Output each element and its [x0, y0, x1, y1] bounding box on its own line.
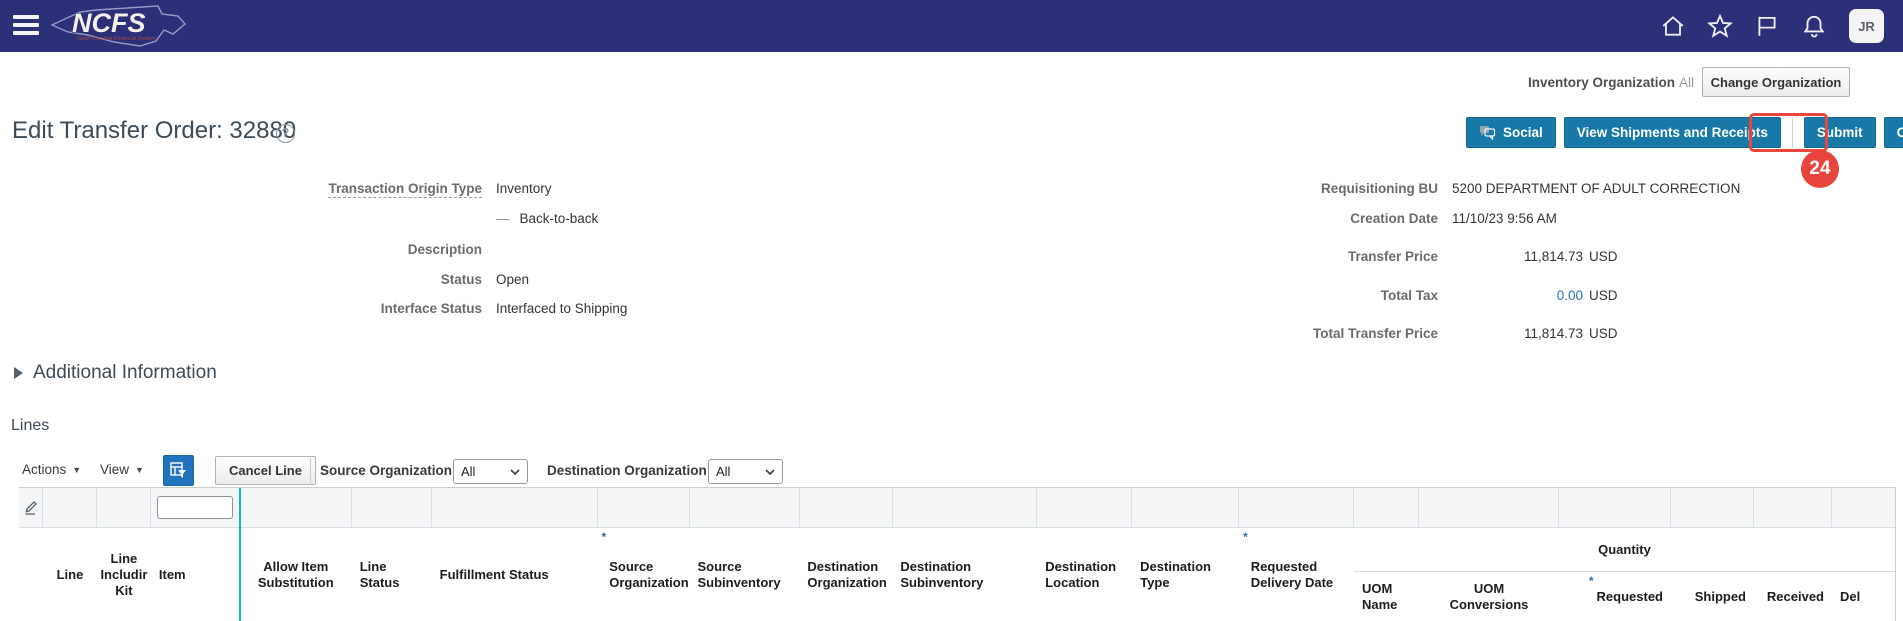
select-chevron-icon — [510, 468, 520, 475]
total-tax-link[interactable]: 0.00 — [1452, 288, 1583, 303]
toolbar-separator — [310, 458, 311, 483]
cancel-button[interactable]: Cancel — [1883, 117, 1903, 148]
disabled-checkbox-icon: — — [496, 210, 510, 226]
watchlist-flag-icon[interactable] — [1754, 13, 1780, 39]
column-header-line[interactable]: Line — [43, 528, 97, 621]
table-filter-icon — [170, 462, 186, 478]
edit-pencil-icon[interactable] — [23, 500, 38, 516]
destination-organization-select[interactable]: All — [708, 459, 783, 484]
inventory-organization-value: All — [1679, 75, 1695, 90]
field-back-to-back: — Back-to-back — [496, 210, 599, 226]
svg-text:North Carolina Financial Syste: North Carolina Financial System — [77, 36, 156, 42]
social-chat-icon — [1480, 126, 1496, 140]
field-requisitioning-bu: Requisitioning BU 5200 DEPARTMENT OF ADU… — [1321, 180, 1741, 196]
column-header-requested-quantity[interactable]: * Requested — [1559, 572, 1671, 621]
inventory-organization-label: Inventory Organization — [1528, 75, 1676, 90]
source-organization-select[interactable]: All — [453, 459, 528, 484]
query-by-example-button[interactable] — [163, 455, 194, 486]
item-filter-input[interactable] — [156, 496, 233, 519]
field-description: Description — [407, 241, 482, 257]
field-creation-date: Creation Date 11/10/23 9:56 AM — [1350, 210, 1557, 226]
help-icon[interactable] — [276, 124, 295, 143]
chevron-down-icon — [72, 465, 81, 475]
social-button-label: Social — [1503, 125, 1543, 140]
additional-information-label: Additional Information — [33, 362, 217, 383]
expander-arrow-icon — [14, 367, 23, 379]
field-total-tax: Total Tax 0.00 USD — [1380, 287, 1618, 303]
column-header-shipped-quantity[interactable]: Shipped — [1671, 572, 1754, 621]
column-header-destination-subinventory[interactable]: Destination Subinventory — [892, 528, 1037, 621]
field-total-transfer-price: Total Transfer Price 11,814.73 USD — [1312, 325, 1618, 341]
ncfs-logo[interactable]: NCFS North Carolina Financial System — [46, 1, 196, 56]
column-header-destination-type[interactable]: Destination Type — [1132, 528, 1239, 621]
column-header-item[interactable]: Item — [151, 528, 240, 621]
lines-toolbar: Actions View Cancel Line Source Organiza… — [0, 453, 1903, 487]
column-header-line-includes-kit[interactable]: Line Includir Kit — [97, 528, 151, 621]
column-header-destination-location[interactable]: Destination Location — [1037, 528, 1132, 621]
destination-organization-label: Destination Organization — [547, 463, 707, 478]
home-icon[interactable] — [1660, 13, 1686, 39]
button-separator — [1791, 117, 1793, 148]
annotation-step-badge: 24 — [1801, 150, 1839, 188]
actions-menu[interactable]: Actions — [22, 462, 81, 477]
favorites-star-icon[interactable] — [1707, 13, 1733, 39]
additional-information-expander[interactable]: Additional Information — [14, 362, 217, 384]
quantity-column-group: Quantity UOM Name UOM Conversions * Reque… — [1354, 528, 1895, 621]
hamburger-menu-icon[interactable] — [13, 15, 39, 37]
column-header-destination-organization[interactable]: Destination Organization — [799, 528, 892, 621]
column-header-allow-item-substitution[interactable]: Allow Item Substitution — [240, 528, 352, 621]
column-header-line-status[interactable]: Line Status — [352, 528, 432, 621]
page-title: Edit Transfer Order: 32880 — [12, 117, 297, 144]
change-organization-button[interactable]: Change Organization — [1702, 67, 1850, 97]
svg-text:NCFS: NCFS — [72, 8, 146, 38]
column-header-delivered-quantity[interactable]: Del — [1832, 572, 1895, 621]
quantity-group-label: Quantity — [1354, 528, 1895, 572]
column-header-uom-name[interactable]: UOM Name — [1354, 572, 1419, 621]
top-navbar: NCFS North Carolina Financial System JR — [0, 0, 1903, 52]
source-organization-label: Source Organization — [320, 463, 453, 478]
column-header-uom-conversions[interactable]: UOM Conversions — [1419, 572, 1559, 621]
user-avatar[interactable]: JR — [1849, 9, 1884, 43]
social-button[interactable]: Social — [1466, 117, 1556, 148]
view-menu[interactable]: View — [100, 462, 144, 477]
field-status: Status Open — [440, 271, 530, 287]
chevron-down-icon — [135, 465, 144, 475]
select-chevron-icon — [765, 468, 775, 475]
column-header-received-quantity[interactable]: Received — [1754, 572, 1832, 621]
lines-section-title: Lines — [11, 417, 50, 434]
field-transaction-origin-type: Transaction Origin Type Inventory — [328, 180, 552, 198]
column-header-marker — [19, 528, 43, 621]
cancel-line-button[interactable]: Cancel Line — [215, 456, 316, 485]
column-header-source-organization[interactable]: * Source Organization — [598, 528, 690, 621]
column-header-requested-delivery-date[interactable]: * Requested Delivery Date — [1239, 528, 1354, 621]
filter-row — [19, 488, 1895, 528]
submit-button[interactable]: Submit — [1803, 117, 1876, 148]
frozen-column-splitter[interactable] — [239, 488, 241, 621]
column-header-fulfillment-status[interactable]: Fulfillment Status — [432, 528, 598, 621]
field-interface-status: Interface Status Interfaced to Shipping — [380, 300, 628, 316]
table-header-row: Line Line Includir Kit Item Allow Item S… — [19, 528, 1895, 621]
field-transfer-price: Transfer Price 11,814.73 USD — [1347, 248, 1618, 264]
view-shipments-and-receipts-button[interactable]: View Shipments and Receipts — [1563, 117, 1781, 148]
lines-table: Line Line Includir Kit Item Allow Item S… — [19, 487, 1896, 621]
column-header-source-subinventory[interactable]: Source Subinventory — [689, 528, 799, 621]
notifications-bell-icon[interactable] — [1801, 13, 1827, 39]
